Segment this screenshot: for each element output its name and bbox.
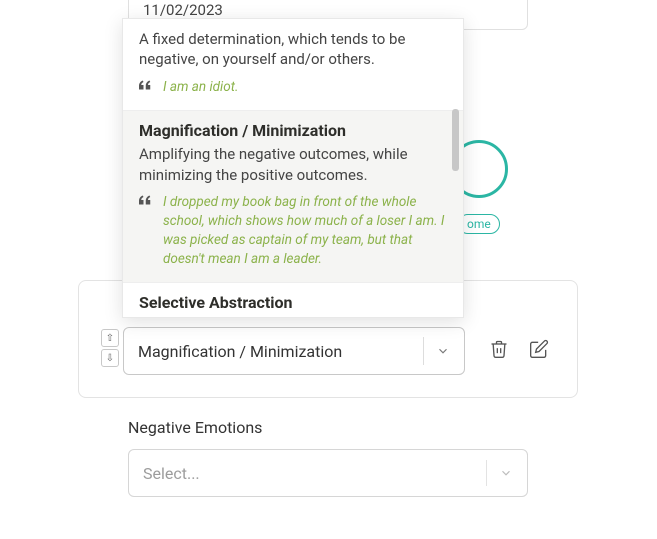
scrollbar-thumb[interactable] <box>452 109 459 171</box>
distortion-example: I am an idiot. <box>163 78 238 97</box>
trash-icon <box>489 339 509 359</box>
distortion-option[interactable]: A fixed determination, which tends to be… <box>123 19 463 111</box>
edit-icon <box>529 339 549 359</box>
distortion-option[interactable]: Selective Abstraction Missing the big pi… <box>123 283 463 317</box>
distortion-desc: Missing the big picture and getting lost… <box>139 316 447 317</box>
move-down-button[interactable]: ⇩ <box>101 349 119 367</box>
negative-emotions-placeholder: Select... <box>143 464 200 483</box>
negative-emotions-label: Negative Emotions <box>128 418 528 437</box>
distortion-option[interactable]: Magnification / Minimization Amplifying … <box>123 111 463 283</box>
tag-chip[interactable]: ome <box>458 214 500 234</box>
distortion-title: Magnification / Minimization <box>139 121 447 140</box>
delete-button[interactable] <box>489 339 509 359</box>
distortion-example: I dropped my book bag in front of the wh… <box>163 193 447 269</box>
distortion-desc: Amplifying the negative outcomes, while … <box>139 144 447 185</box>
arrow-up-icon: ⇧ <box>106 333 114 344</box>
negative-emotions-section: Negative Emotions Select... <box>128 418 528 497</box>
arrow-down-icon: ⇩ <box>106 353 114 364</box>
quote-icon <box>139 80 153 93</box>
chevron-down-icon <box>423 337 450 365</box>
chevron-down-icon <box>486 460 513 485</box>
distortion-title: Selective Abstraction <box>139 293 447 312</box>
move-up-button[interactable]: ⇧ <box>101 329 119 347</box>
distortion-select[interactable]: Magnification / Minimization <box>123 327 465 375</box>
date-value: 11/02/2023 <box>143 1 223 19</box>
distortion-select-value: Magnification / Minimization <box>138 342 342 361</box>
distortion-dropdown-menu: A fixed determination, which tends to be… <box>122 18 464 318</box>
negative-emotions-select[interactable]: Select... <box>128 449 528 497</box>
distortion-desc: A fixed determination, which tends to be… <box>139 29 447 70</box>
tag-chip-label: ome <box>467 217 491 231</box>
quote-icon <box>139 195 153 208</box>
edit-button[interactable] <box>529 339 549 359</box>
reorder-controls: ⇧ ⇩ <box>101 329 121 369</box>
